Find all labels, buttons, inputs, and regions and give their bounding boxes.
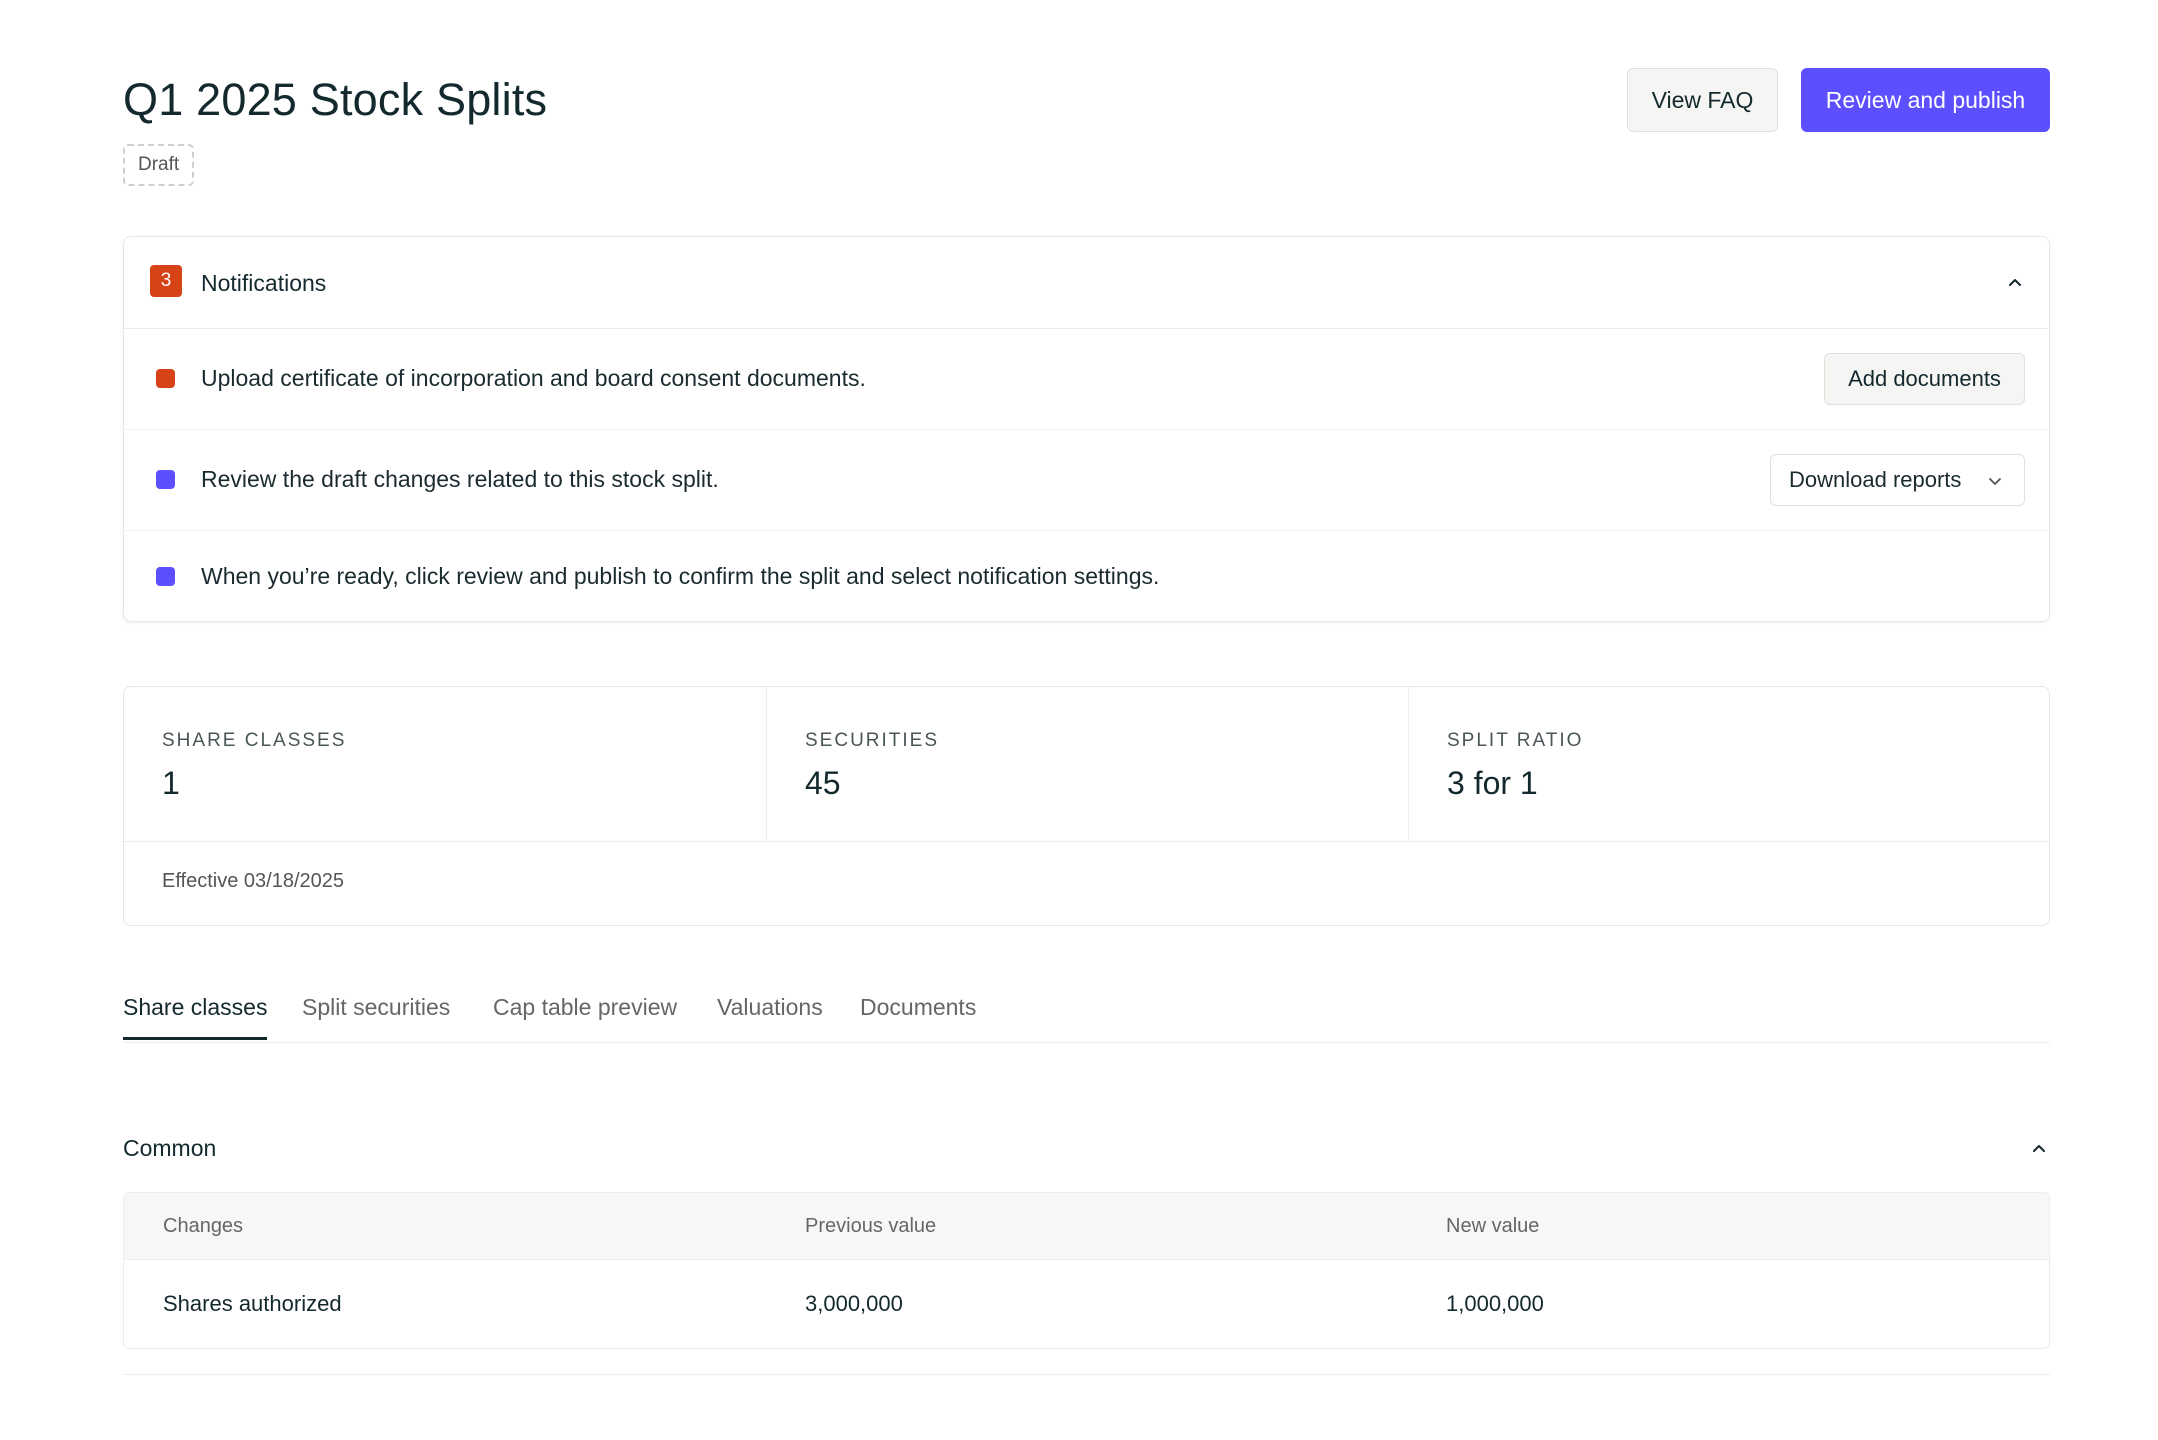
status-badge: Draft [123, 144, 195, 186]
tab-cap-table-preview[interactable]: Cap table preview [493, 994, 677, 1037]
page: Q1 2025 Stock Splits Draft View FAQ Revi… [0, 0, 2158, 1440]
tab-split-securities[interactable]: Split securities [302, 994, 450, 1037]
securities-stat: SECURITIES 45 [766, 687, 1408, 841]
alert-status-dot [156, 369, 175, 388]
tab-share-classes[interactable]: Share classes [123, 994, 268, 1040]
notification-text: Review the draft changes related to this… [201, 466, 719, 492]
table-cell: Shares authorized [163, 1291, 342, 1316]
table-cell: 1,000,000 [1446, 1291, 1544, 1316]
download-reports-dropdown[interactable]: Download reports [1770, 454, 2025, 506]
table-cell: 3,000,000 [805, 1291, 903, 1316]
page-title: Q1 2025 Stock Splits [123, 74, 548, 125]
share-classes-stat: SHARE CLASSES 1 [124, 687, 766, 841]
page-header: Q1 2025 Stock Splits Draft View FAQ Revi… [123, 66, 2050, 186]
notification-item: Review the draft changes related to this… [124, 429, 2049, 531]
notifications-card: 3 Notifications Upload certificate of in… [123, 236, 2050, 622]
split-ratio-value: 3 for 1 [1447, 765, 1538, 801]
split-summary-card: SHARE CLASSES 1 SECURITIES 45 SPLIT RATI… [123, 686, 2050, 926]
chevron-down-icon [1988, 474, 2002, 488]
stats-footer: Effective 03/18/2025 [124, 841, 2049, 927]
notification-item: Upload certificate of incorporation and … [124, 328, 2049, 430]
info-status-dot [156, 470, 175, 489]
tab-bar: Share classes Split securities Cap table… [123, 990, 2050, 1043]
notifications-count-badge: 3 [150, 265, 182, 297]
notification-text: Upload certificate of incorporation and … [201, 365, 866, 391]
section-title[interactable]: Common [123, 1135, 216, 1162]
review-and-publish-button[interactable]: Review and publish [1801, 68, 2050, 132]
securities-value: 45 [805, 765, 841, 801]
tab-documents[interactable]: Documents [860, 994, 976, 1037]
securities-label: SECURITIES [805, 730, 940, 751]
info-status-dot [156, 567, 175, 586]
changes-table: Changes Previous value New value Shares … [123, 1192, 2050, 1349]
notification-item: When you’re ready, click review and publ… [124, 530, 2049, 621]
table-header: Changes Previous value New value [124, 1193, 2049, 1260]
split-ratio-label: SPLIT RATIO [1447, 730, 1584, 751]
table-row: Shares authorized 3,000,000 1,000,000 [124, 1259, 2049, 1348]
tab-valuations[interactable]: Valuations [717, 994, 823, 1037]
chevron-up-icon[interactable] [2032, 1141, 2046, 1155]
share-classes-label: SHARE CLASSES [162, 730, 347, 751]
chevron-up-icon[interactable] [2008, 275, 2022, 289]
split-ratio-stat: SPLIT RATIO 3 for 1 [1408, 687, 2050, 841]
notifications-header[interactable]: 3 Notifications [124, 237, 2049, 329]
add-documents-button[interactable]: Add documents [1824, 353, 2025, 405]
column-header: New value [1446, 1215, 1540, 1237]
column-header: Previous value [805, 1215, 937, 1237]
column-header: Changes [163, 1215, 244, 1237]
share-classes-value: 1 [162, 765, 180, 801]
section-divider [123, 1374, 2050, 1375]
effective-date: Effective 03/18/2025 [162, 870, 344, 892]
notification-text: When you’re ready, click review and publ… [201, 563, 1160, 589]
download-reports-label: Download reports [1789, 467, 1962, 492]
view-faq-button[interactable]: View FAQ [1627, 68, 1778, 132]
notifications-title: Notifications [201, 270, 327, 296]
